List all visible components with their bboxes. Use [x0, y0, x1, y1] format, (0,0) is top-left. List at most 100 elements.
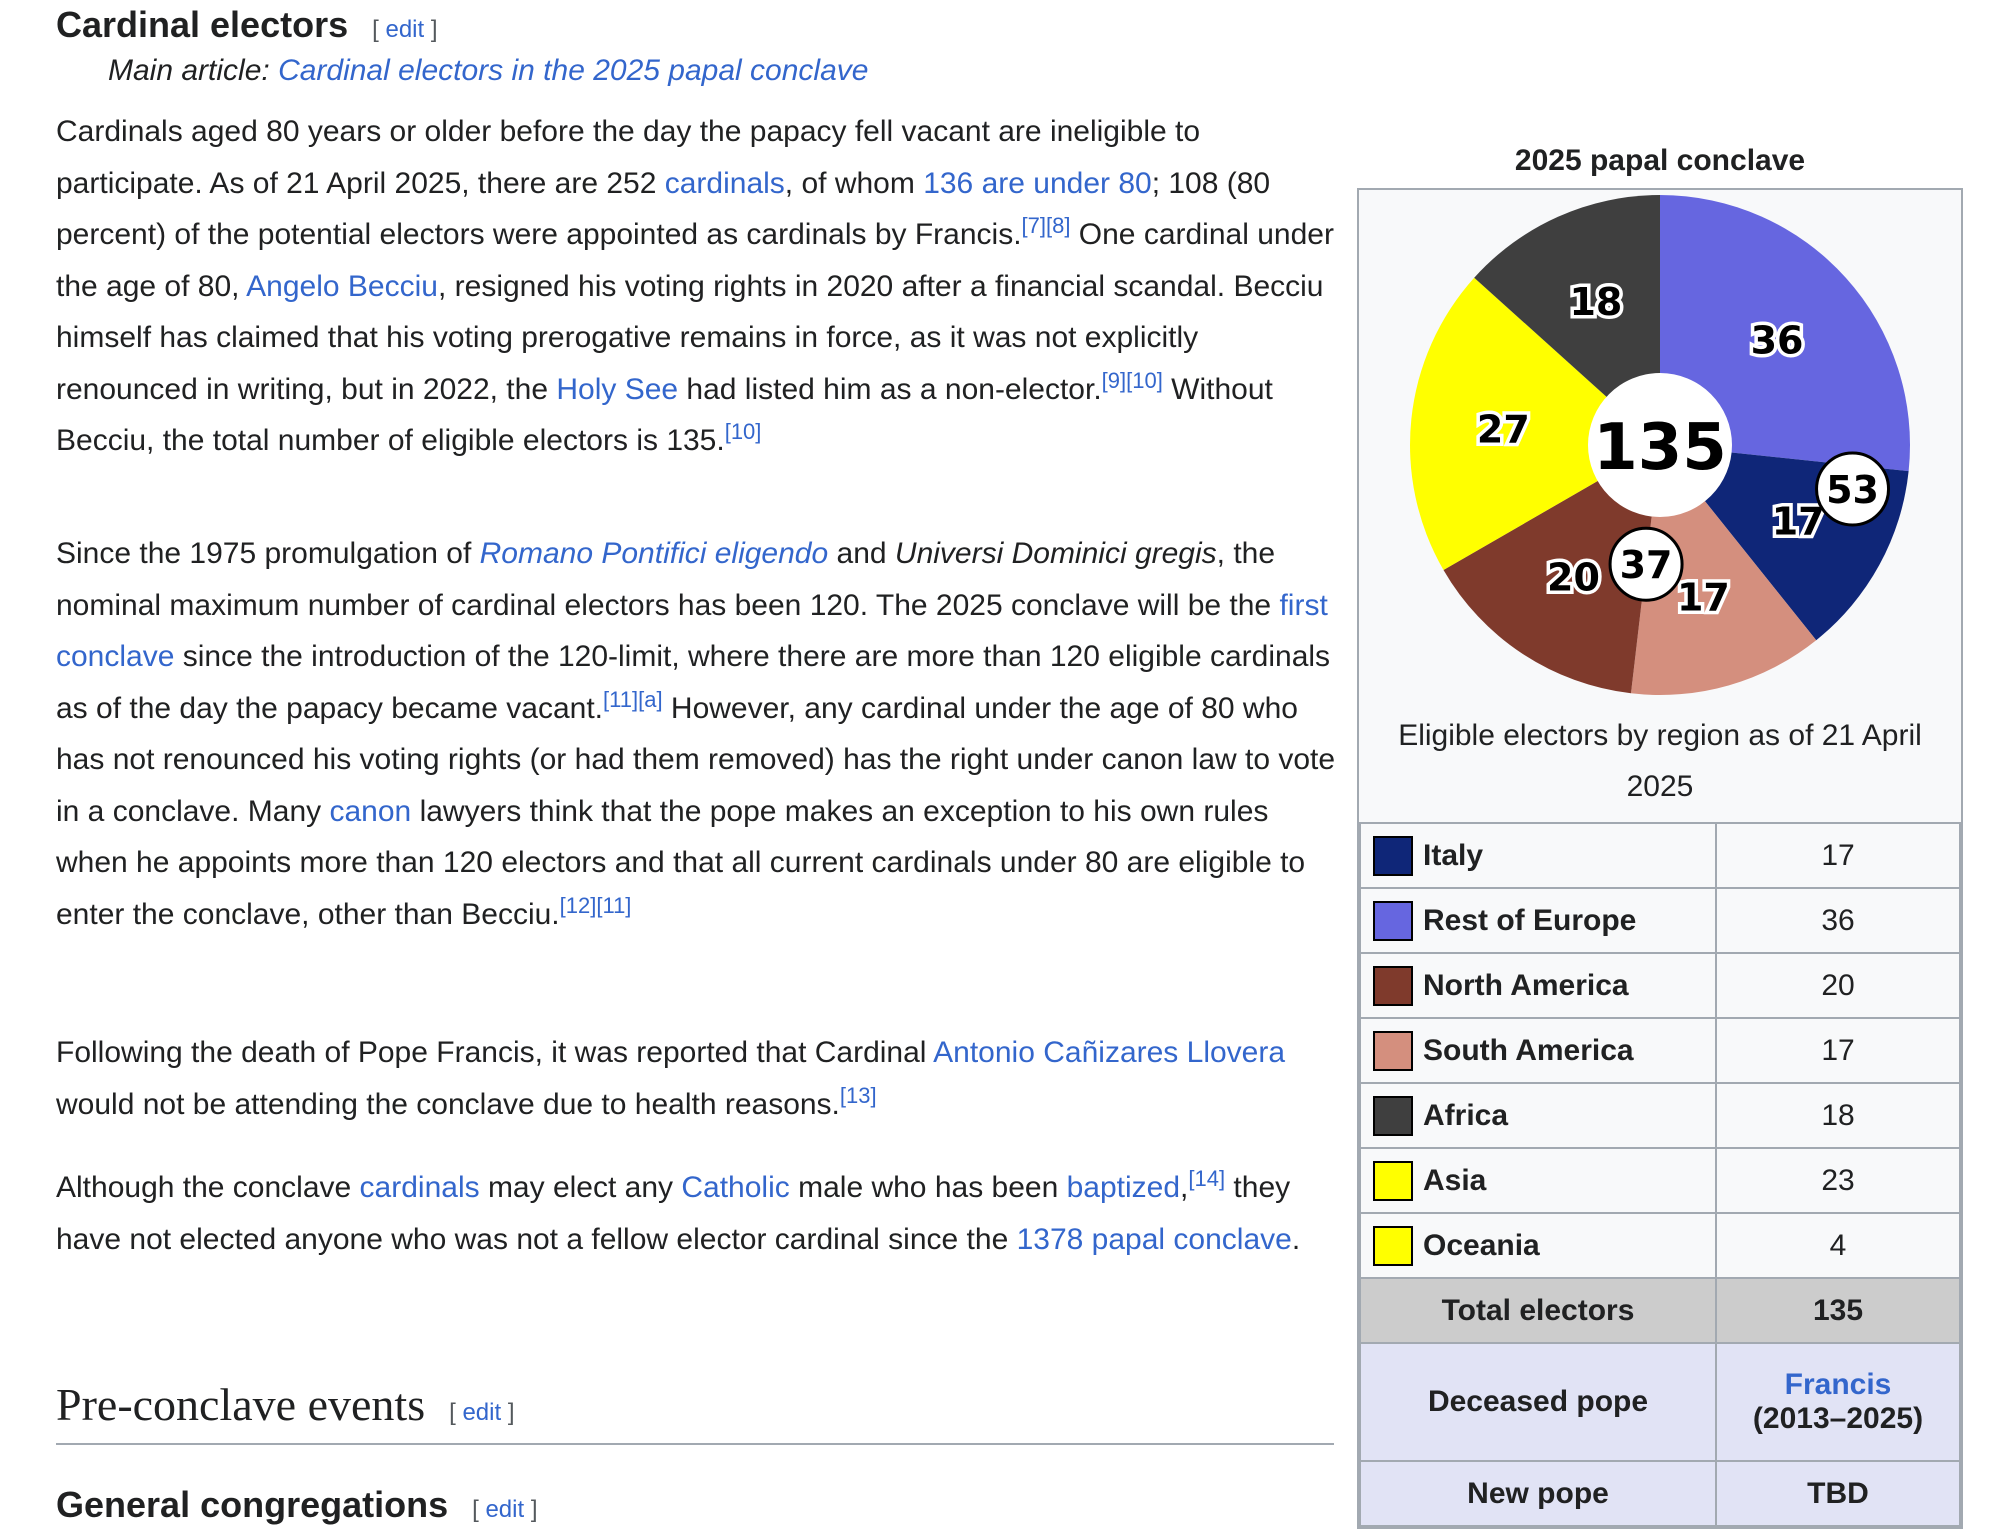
region-label: Asia: [1423, 1163, 1487, 1197]
slice-value-label: 17: [1772, 500, 1825, 544]
text: Since the 1975 promulgation of: [56, 537, 480, 570]
ref-12-11[interactable]: [12][11]: [560, 893, 632, 918]
region-cell: Asia: [1359, 1147, 1717, 1214]
link-canon[interactable]: canon: [329, 795, 411, 828]
new-pope-value: TBD: [1715, 1460, 1961, 1527]
color-swatch: [1373, 900, 1413, 941]
region-value: 17: [1715, 822, 1961, 889]
ref-7-8[interactable]: [7][8]: [1022, 213, 1071, 238]
region-row: Oceania 4: [1359, 1212, 1961, 1279]
color-swatch: [1373, 1095, 1413, 1136]
region-label: South America: [1423, 1033, 1634, 1067]
text: Following the death of Pope Francis, it …: [56, 1036, 934, 1069]
slice-value-label: 36: [1751, 319, 1804, 363]
color-swatch: [1373, 1160, 1413, 1201]
link-baptized[interactable]: baptized: [1067, 1171, 1180, 1204]
edit-section: [ edit ]: [472, 1496, 538, 1523]
edit-link[interactable]: edit: [485, 1496, 524, 1523]
region-value: 20: [1715, 952, 1961, 1019]
region-value: 23: [1715, 1147, 1961, 1214]
region-row: North America 20: [1359, 952, 1961, 1019]
text: male who has been: [789, 1171, 1067, 1204]
group-value-label: 53: [1826, 468, 1879, 512]
region-name: Africa: [1361, 1095, 1715, 1136]
total-row: Total electors 135: [1359, 1277, 1961, 1344]
section-title: Pre-conclave events: [56, 1379, 426, 1430]
text: .: [1291, 1222, 1301, 1256]
ref-13[interactable]: [13]: [840, 1083, 877, 1108]
total-value: 135: [1715, 1277, 1961, 1344]
color-swatch: [1373, 835, 1413, 876]
link-under-80[interactable]: 136 are under 80: [923, 167, 1152, 200]
region-cell: Rest of Europe: [1359, 887, 1717, 954]
text: , of whom: [784, 166, 924, 200]
region-cell: North America: [1359, 952, 1717, 1019]
region-cell: Africa: [1359, 1082, 1717, 1149]
text: Although the conclave: [56, 1171, 360, 1204]
group-value-label: 37: [1620, 543, 1673, 587]
section-heading-cardinal-electors: Cardinal electors [ edit ]: [56, 4, 438, 46]
color-swatch: [1373, 1225, 1413, 1266]
new-pope-label: New pope: [1359, 1460, 1717, 1527]
total-label: Total electors: [1359, 1277, 1717, 1344]
pie-chart: 36 17 17 20 27 18 53 37 135: [1410, 195, 1910, 695]
region-name: North America: [1361, 965, 1715, 1006]
deceased-pope-value: Francis (2013–2025): [1715, 1342, 1961, 1462]
color-swatch: [1373, 965, 1413, 1006]
infobox-title: 2025 papal conclave: [1514, 144, 1806, 177]
paragraph-4: Although the conclave cardinals may elec…: [56, 1162, 1336, 1265]
main-article-link[interactable]: Cardinal electors in the 2025 papal conc…: [278, 54, 868, 87]
link-cardinals-2[interactable]: cardinals: [360, 1171, 480, 1204]
text: and: [828, 537, 895, 570]
edit-link[interactable]: edit: [462, 1399, 501, 1426]
link-catholic[interactable]: Catholic: [681, 1171, 789, 1204]
new-pope-row: New pope TBD: [1359, 1460, 1961, 1527]
paragraph-2: Since the 1975 promulgation of Romano Po…: [56, 528, 1336, 940]
ref-10[interactable]: [10]: [725, 419, 762, 444]
hatnote-prefix: Main article:: [108, 54, 279, 87]
color-swatch: [1373, 1030, 1413, 1071]
deceased-pope-years: (2013–2025): [1752, 1402, 1924, 1435]
section-title: General congregations: [56, 1484, 449, 1525]
center-total-label: 135: [1593, 411, 1727, 485]
chart-caption: Eligible electors by region as of 21 Apr…: [1398, 719, 1922, 803]
hatnote: Main article: Cardinal electors in the 2…: [56, 54, 868, 88]
region-label: Rest of Europe: [1423, 903, 1637, 937]
edit-link[interactable]: edit: [385, 16, 424, 43]
infobox: 2025 papal conclave 36 17 17 20 27 18 53 37 135 …: [1357, 134, 1963, 1529]
text: had listed him as a non-elector.: [678, 372, 1102, 406]
slice-value-label: 20: [1547, 556, 1600, 600]
link-romano-pontifici-eligendo[interactable]: Romano Pontifici eligendo: [480, 537, 829, 570]
section-title: Cardinal electors: [56, 4, 349, 45]
ref-9-10[interactable]: [9][10]: [1102, 368, 1163, 393]
region-cell: Italy: [1359, 822, 1717, 889]
regions-table: Italy 17 Rest of Europe 36 North America 20 So…: [1359, 822, 1961, 1527]
region-row: Rest of Europe 36: [1359, 887, 1961, 954]
paragraph-3: Following the death of Pope Francis, it …: [56, 1027, 1336, 1130]
edit-section: [ edit ]: [372, 16, 438, 43]
link-angelo-becciu[interactable]: Angelo Becciu: [246, 270, 438, 303]
region-row: Asia 23: [1359, 1147, 1961, 1214]
ref-14[interactable]: [14]: [1188, 1166, 1225, 1191]
link-holy-see[interactable]: Holy See: [556, 373, 678, 406]
link-antonio-canizares-llovera[interactable]: Antonio Cañizares Llovera: [933, 1036, 1285, 1069]
region-label: Africa: [1423, 1098, 1509, 1132]
ref-11-a[interactable]: [11][a]: [603, 687, 663, 712]
italic-universi-dominici-gregis: Universi Dominici gregis: [894, 537, 1217, 570]
edit-section: [ edit ]: [449, 1399, 515, 1426]
slice-value-label: 17: [1677, 575, 1730, 619]
chart-area: 36 17 17 20 27 18 53 37 135: [1359, 190, 1961, 710]
region-value: 4: [1715, 1212, 1961, 1279]
region-name: Italy: [1361, 835, 1715, 876]
link-cardinals[interactable]: cardinals: [665, 167, 785, 200]
slice-value-label: 18: [1569, 280, 1622, 324]
region-name: South America: [1361, 1030, 1715, 1071]
region-value: 18: [1715, 1082, 1961, 1149]
region-label: Italy: [1423, 838, 1484, 872]
region-cell: Oceania: [1359, 1212, 1717, 1279]
region-label: Oceania: [1423, 1228, 1540, 1262]
link-1378-papal-conclave[interactable]: 1378 papal conclave: [1017, 1223, 1292, 1256]
region-name: Oceania: [1361, 1225, 1715, 1266]
link-francis[interactable]: Francis: [1785, 1368, 1892, 1401]
text: would not be attending the conclave due …: [56, 1087, 840, 1121]
